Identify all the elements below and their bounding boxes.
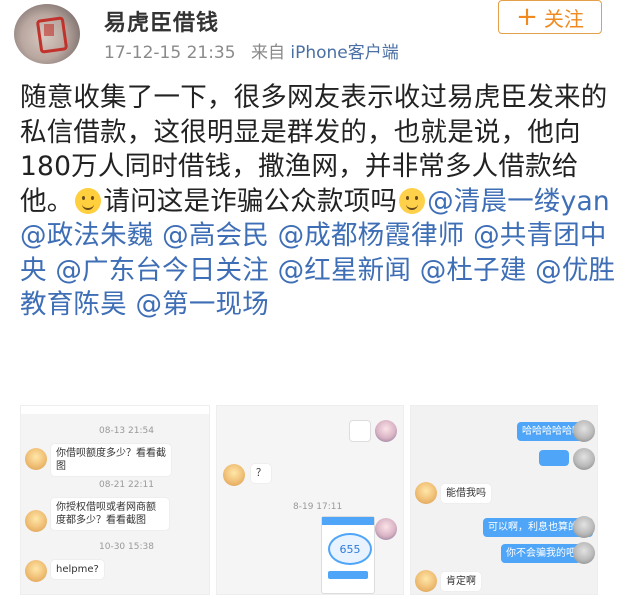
chat-time: 08-21 22:11 (99, 480, 154, 490)
sender-avatar (223, 464, 245, 486)
attached-image-2[interactable]: ？ 8-19 17:11 655 (216, 405, 404, 595)
card-header (322, 517, 374, 525)
post-header: 易虎臣借钱 17-12-15 21:35 来自 iPhone客户端 + 关注 (0, 0, 640, 70)
sender-avatar (415, 570, 437, 592)
sender-avatar (25, 560, 47, 582)
chat-time: 8-19 17:11 (293, 502, 343, 512)
chat-time: 10-30 15:38 (99, 542, 154, 552)
mention-link[interactable]: @政法朱巍 (20, 220, 154, 251)
chat-message: 你不会骗我的吧 (501, 544, 581, 563)
post-text-question: 请问这是诈骗公众款项吗 (103, 185, 398, 217)
plus-icon: + (516, 2, 538, 32)
emoji-bubble (539, 450, 569, 466)
mention-link[interactable]: @成都杨霞律师 (278, 220, 465, 251)
chat-message: helpme? (51, 560, 104, 579)
mention-link[interactable]: @广东台今日关注 (55, 255, 269, 286)
sender-avatar (573, 420, 595, 442)
sender-avatar (573, 516, 595, 538)
chat-message: 肯定啊 (441, 572, 481, 591)
chat-message: 你授权借呗或者网商额度都多少？看看截图 (51, 498, 169, 530)
sender-avatar (25, 448, 47, 470)
post-meta: 17-12-15 21:35 来自 iPhone客户端 (104, 38, 399, 63)
sticker-icon (349, 420, 371, 442)
image-gallery: 08-13 21:54 你借呗额度多少？看看截图 08-21 22:11 你授权… (0, 405, 640, 599)
source-prefix: 来自 (250, 43, 285, 63)
avatar-detail (44, 24, 54, 36)
chat-message: 你借呗额度多少？看看截图 (51, 444, 171, 476)
chat-message: ？ (251, 464, 271, 483)
sender-avatar (573, 542, 595, 564)
sender-avatar (25, 510, 47, 532)
chat-time: 08-13 21:54 (99, 426, 154, 436)
sender-avatar (573, 448, 595, 470)
mention-link[interactable]: @杜子建 (420, 255, 527, 286)
username[interactable]: 易虎臣借钱 (104, 5, 219, 37)
source-link[interactable]: iPhone客户端 (290, 43, 398, 63)
mention-link[interactable]: @红星新闻 (278, 255, 412, 286)
mention-link[interactable]: @第一现场 (135, 289, 269, 320)
avatar[interactable] (14, 4, 80, 64)
sender-avatar (375, 420, 397, 442)
attached-image-3[interactable]: 哈哈哈哈哈哈 能借我吗 可以啊，利息也算的吗 你不会骗我的吧 肯定啊 (410, 405, 598, 595)
credit-screenshot: 655 (321, 516, 375, 594)
bubble-fragment (21, 406, 209, 414)
credit-value: 655 (328, 533, 372, 565)
smile-emoji-icon (399, 187, 426, 214)
follow-button[interactable]: + 关注 (498, 0, 602, 34)
follow-label: 关注 (543, 6, 584, 31)
mention-link[interactable]: @清晨一缕yan (427, 186, 610, 217)
chat-message: 能借我吗 (441, 484, 491, 503)
attached-image-1[interactable]: 08-13 21:54 你借呗额度多少？看看截图 08-21 22:11 你授权… (20, 405, 210, 595)
mention-link[interactable]: @高会民 (162, 220, 269, 251)
scared-emoji-icon (75, 187, 102, 214)
sender-avatar (415, 482, 437, 504)
sender-avatar (375, 518, 397, 540)
card-button (328, 571, 368, 579)
post-text: 随意收集了一下，很多网友表示收过易虎臣发来的私信借款，这很明显是群发的，也就是说… (20, 81, 620, 323)
timestamp: 17-12-15 21:35 (104, 43, 236, 63)
